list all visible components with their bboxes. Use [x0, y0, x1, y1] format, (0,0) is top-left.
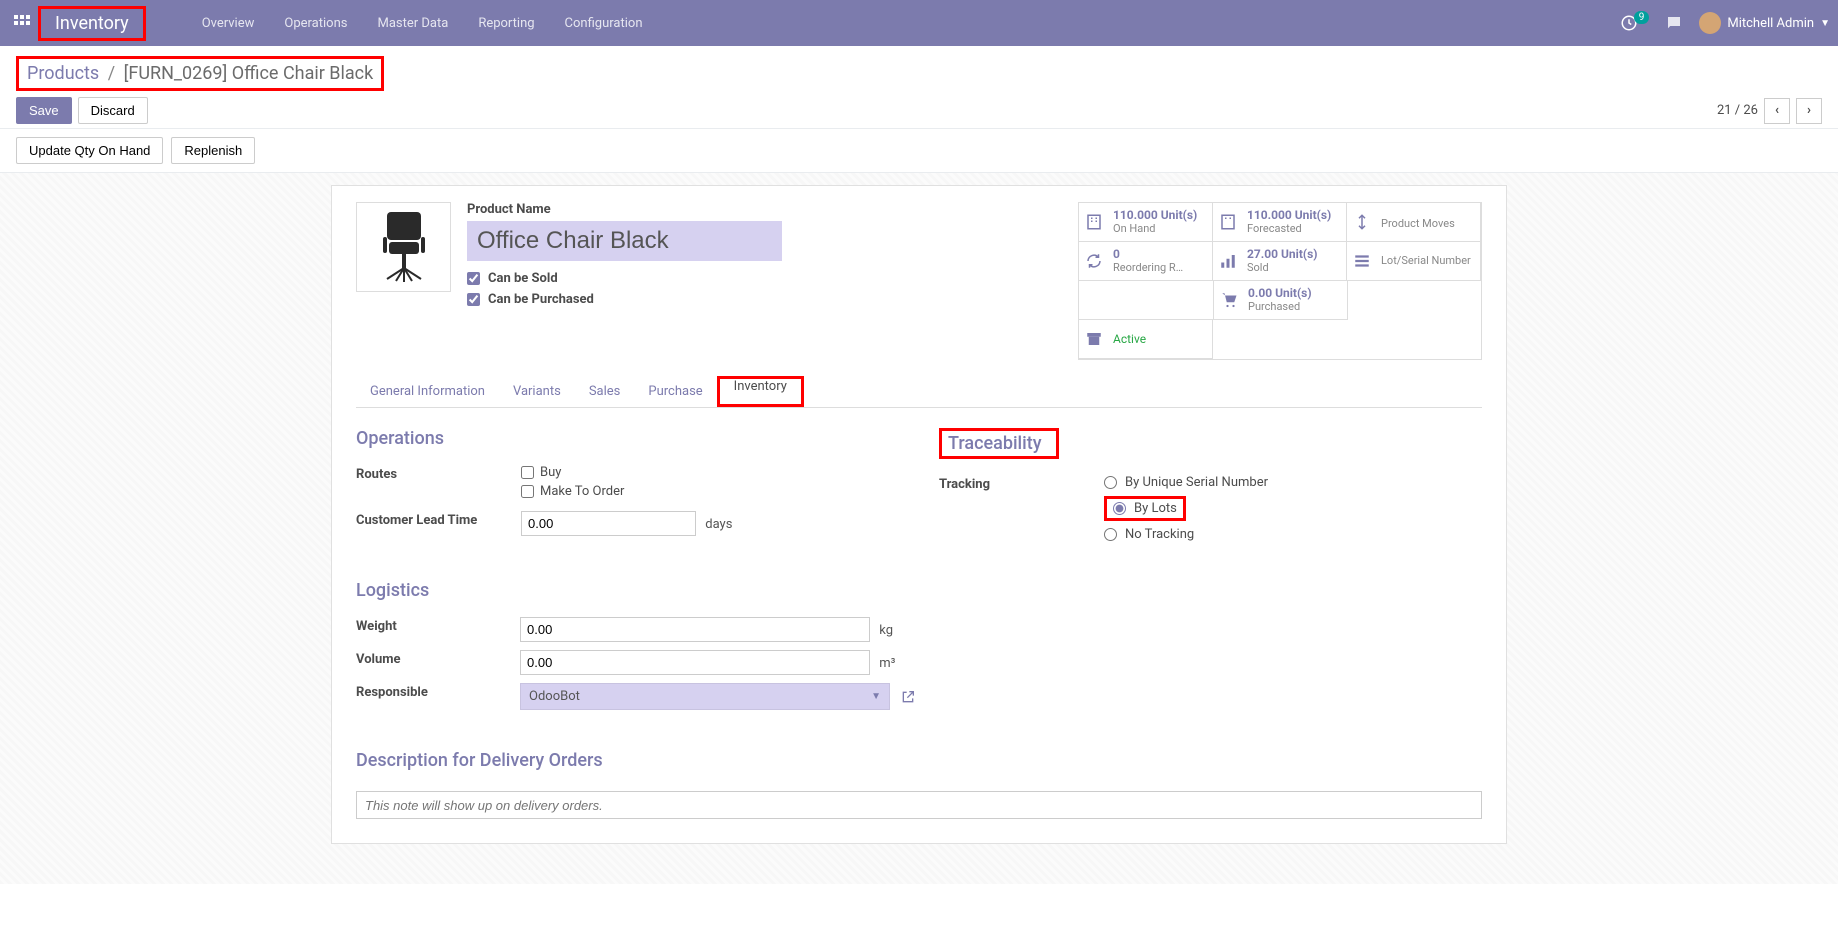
product-name-label: Product Name [467, 202, 1062, 217]
lead-time-input[interactable] [521, 511, 696, 536]
building-icon [1085, 213, 1107, 231]
apps-icon[interactable] [8, 9, 36, 37]
volume-input[interactable] [520, 650, 870, 675]
avatar [1699, 12, 1721, 34]
cart-icon [1220, 291, 1242, 309]
stat-active[interactable]: Active [1078, 319, 1213, 359]
breadcrumb: Products / [FURN_0269] Office Chair Blac… [16, 56, 384, 91]
discard-button[interactable]: Discard [78, 97, 148, 124]
external-link-icon[interactable] [900, 689, 916, 705]
tab-purchase[interactable]: Purchase [634, 376, 716, 407]
replenish-button[interactable]: Replenish [171, 137, 255, 164]
breadcrumb-parent[interactable]: Products [27, 63, 99, 84]
building-icon [1219, 213, 1241, 231]
stat-lot-serial[interactable]: Lot/Serial Number [1346, 241, 1481, 281]
notebook-tabs: General Information Variants Sales Purch… [356, 376, 1482, 408]
menu-master-data[interactable]: Master Data [363, 8, 462, 39]
breadcrumb-sep: / [108, 63, 115, 84]
volume-unit: m³ [879, 656, 895, 671]
stat-forecasted[interactable]: 110.000 Unit(s)Forecasted [1212, 202, 1347, 242]
form-sheet: Product Name Can be Sold Can be Purchase… [331, 185, 1507, 844]
tab-sales[interactable]: Sales [575, 376, 635, 407]
can-be-purchased-checkbox[interactable]: Can be Purchased [467, 292, 1062, 307]
weight-input[interactable] [520, 617, 870, 642]
responsible-select[interactable]: OdooBot ▼ [520, 683, 890, 710]
tab-general-information[interactable]: General Information [356, 376, 499, 407]
stat-sold[interactable]: 27.00 Unit(s)Sold [1212, 241, 1347, 281]
tab-content: Operations Routes Buy Make To Order Cust… [356, 408, 1482, 819]
lead-time-label: Customer Lead Time [356, 507, 521, 540]
delivery-desc-input[interactable] [356, 791, 1482, 819]
update-qty-button[interactable]: Update Qty On Hand [16, 137, 163, 164]
button-box: Update Qty On Hand Replenish [0, 129, 1838, 173]
tracking-label: Tracking [939, 471, 1104, 552]
tab-variants[interactable]: Variants [499, 376, 575, 407]
app-brand[interactable]: Inventory [38, 6, 146, 41]
bar-chart-icon [1219, 252, 1241, 270]
menu-operations[interactable]: Operations [270, 8, 361, 39]
caret-down-icon: ▼ [1820, 18, 1830, 29]
pager-text[interactable]: 21 / 26 [1717, 103, 1758, 118]
responsible-label: Responsible [356, 679, 520, 714]
stat-on-hand[interactable]: 110.000 Unit(s)On Hand [1078, 202, 1213, 242]
user-name: Mitchell Admin [1727, 16, 1814, 31]
top-menu: Overview Operations Master Data Reportin… [188, 8, 657, 39]
tab-inventory[interactable]: Inventory [720, 371, 801, 402]
stat-reordering[interactable]: 0Reordering R… [1078, 241, 1213, 281]
volume-label: Volume [356, 646, 520, 679]
can-be-sold-checkbox[interactable]: Can be Sold [467, 271, 1062, 286]
tracking-none-radio[interactable]: No Tracking [1104, 527, 1482, 542]
control-panel: Products / [FURN_0269] Office Chair Blac… [0, 46, 1838, 129]
menu-overview[interactable]: Overview [188, 8, 269, 39]
caret-down-icon: ▼ [871, 691, 881, 702]
user-menu[interactable]: Mitchell Admin ▼ [1699, 12, 1830, 34]
menu-reporting[interactable]: Reporting [464, 8, 548, 39]
arrows-icon [1353, 213, 1375, 231]
messaging-icon[interactable] [1665, 14, 1683, 32]
tracking-serial-radio[interactable]: By Unique Serial Number [1104, 475, 1482, 490]
operations-heading: Operations [356, 428, 899, 449]
content-area: Product Name Can be Sold Can be Purchase… [0, 173, 1838, 884]
tracking-lots-radio[interactable]: By Lots [1104, 496, 1186, 521]
breadcrumb-current: [FURN_0269] Office Chair Black [124, 63, 374, 84]
top-nav: Inventory Overview Operations Master Dat… [0, 0, 1838, 46]
archive-icon [1085, 330, 1107, 348]
activity-icon[interactable]: 9 [1620, 14, 1650, 32]
lead-time-unit: days [705, 517, 732, 532]
refresh-icon [1085, 252, 1107, 270]
pager-next[interactable]: › [1796, 98, 1822, 124]
route-buy-checkbox[interactable]: Buy [521, 465, 899, 480]
product-name-input[interactable] [467, 221, 782, 261]
delivery-desc-heading: Description for Delivery Orders [356, 750, 1482, 771]
traceability-heading: Traceability [939, 428, 1482, 459]
product-image[interactable] [356, 202, 451, 292]
weight-unit: kg [879, 623, 893, 638]
pager: 21 / 26 ‹ › [1717, 98, 1822, 124]
list-icon [1353, 252, 1375, 270]
chevron-right-icon: › [1807, 103, 1811, 118]
pager-prev[interactable]: ‹ [1764, 98, 1790, 124]
chevron-left-icon: ‹ [1775, 103, 1779, 118]
stat-product-moves[interactable]: Product Moves [1346, 202, 1481, 242]
menu-configuration[interactable]: Configuration [551, 8, 657, 39]
stat-buttons: 110.000 Unit(s)On Hand 110.000 Unit(s)Fo… [1078, 202, 1482, 360]
stat-purchased[interactable]: 0.00 Unit(s)Purchased [1213, 280, 1348, 320]
logistics-heading: Logistics [356, 580, 1482, 601]
activity-badge: 9 [1634, 11, 1650, 24]
save-button[interactable]: Save [16, 97, 72, 124]
weight-label: Weight [356, 613, 520, 646]
routes-label: Routes [356, 461, 521, 507]
route-mto-checkbox[interactable]: Make To Order [521, 484, 899, 499]
